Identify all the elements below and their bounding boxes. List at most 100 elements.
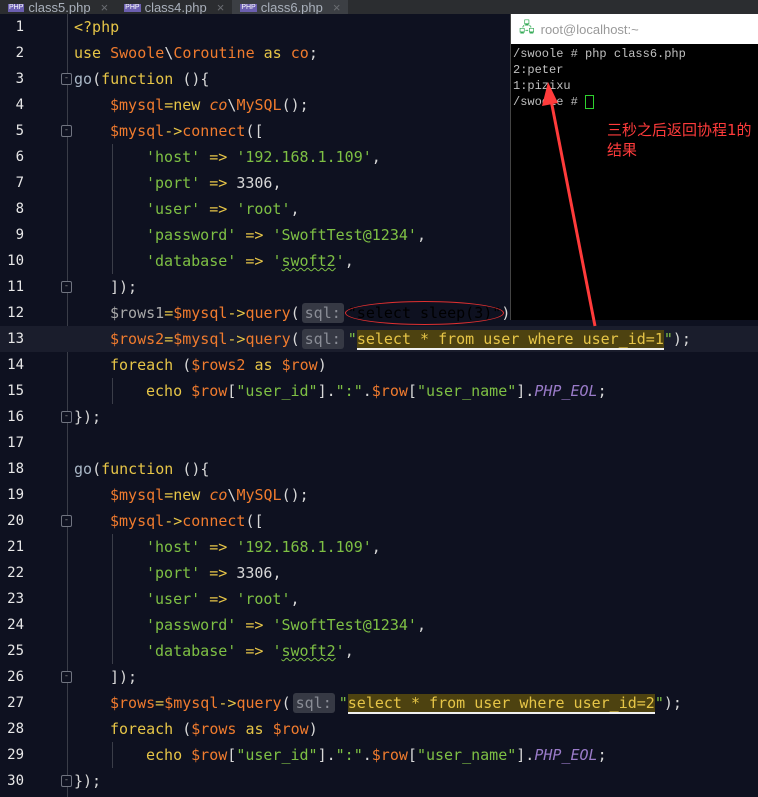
code-token: -> xyxy=(164,122,183,140)
code-line[interactable]: 17 xyxy=(0,430,758,456)
code-token: 'password' xyxy=(146,616,237,634)
code-token: , xyxy=(272,174,282,192)
code-line[interactable]: 28 foreach ($rows as $row) xyxy=(0,716,758,742)
php-file-icon: PHP xyxy=(8,4,25,12)
code-token: query xyxy=(245,330,291,348)
code-token: $row xyxy=(371,746,408,764)
code-line[interactable]: 13 $rows2=$mysql->query(sql: "select * fro… xyxy=(0,326,758,352)
code-token: => xyxy=(200,200,237,218)
code-token: '192.168.1.109' xyxy=(236,148,372,166)
close-icon[interactable]: × xyxy=(333,1,341,14)
code-token: Coroutine xyxy=(173,44,255,62)
line-number: 29 xyxy=(7,747,24,763)
code-line[interactable]: 15 echo $row["user_id"].":".$row["user_na… xyxy=(0,378,758,404)
code-token: "user_id" xyxy=(236,382,318,400)
code-token: ":" xyxy=(335,382,363,400)
code-token: ) xyxy=(308,720,318,738)
line-number: 5 xyxy=(15,123,24,139)
code-line[interactable]: 21 'host' => '192.168.1.109', xyxy=(0,534,758,560)
code-token: $mysql xyxy=(173,304,228,322)
code-token: (); xyxy=(281,96,309,114)
code-token: '192.168.1.109' xyxy=(236,538,372,556)
code-token: $mysql xyxy=(110,486,165,504)
code-line[interactable]: 30 -}); xyxy=(0,768,758,794)
code-token: ); xyxy=(672,330,691,348)
line-number: 18 xyxy=(7,461,24,477)
code-line[interactable]: 22 'port' => 3306, xyxy=(0,560,758,586)
code-token: => xyxy=(200,564,237,582)
code-token: $rows2 xyxy=(191,356,246,374)
code-token: [ xyxy=(407,382,417,400)
code-token: foreach xyxy=(110,720,183,738)
code-token: swoft2 xyxy=(281,252,336,270)
code-token: , xyxy=(344,252,354,270)
fold-icon[interactable]: - xyxy=(61,411,72,423)
code-line[interactable]: 19 $mysql=new co\MySQL(); xyxy=(0,482,758,508)
code-token: ([ xyxy=(245,512,264,530)
line-number: 16 xyxy=(7,409,24,425)
code-token: => xyxy=(236,642,273,660)
code-token: 'port' xyxy=(146,174,201,192)
code-token: 3306 xyxy=(236,174,273,192)
terminal-window[interactable]: 🖧 root@localhost:~ /swoole # php class6.… xyxy=(510,14,758,320)
code-token: new xyxy=(173,486,210,504)
tab-label: class4.php xyxy=(144,0,207,14)
fold-icon[interactable]: - xyxy=(61,671,72,683)
code-token: 'database' xyxy=(146,252,237,270)
terminal-line: 1:pizixu xyxy=(513,79,571,93)
code-line[interactable]: 25'database' => 'swoft2', xyxy=(0,638,758,664)
code-token: = xyxy=(164,96,174,114)
code-token: , xyxy=(272,564,282,582)
code-token: ]. xyxy=(516,382,535,400)
code-token: ; xyxy=(597,382,607,400)
code-token: $row xyxy=(272,720,309,738)
line-number: 20 xyxy=(7,513,24,529)
tab-class4-php[interactable]: PHP class4.php × xyxy=(116,0,232,14)
code-token: Swoole xyxy=(110,44,165,62)
fold-icon[interactable]: - xyxy=(61,775,72,787)
code-token: $rows xyxy=(110,694,156,712)
fold-icon[interactable]: - xyxy=(61,73,72,85)
tab-label: class6.php xyxy=(260,0,323,14)
code-line[interactable]: 29 echo $row["user_id"].":".$row["user_na… xyxy=(0,742,758,768)
code-token: -> xyxy=(218,694,237,712)
code-token: => xyxy=(236,252,273,270)
line-number: 11 xyxy=(7,279,24,295)
code-token: select * from user where user_id=1 xyxy=(356,330,664,350)
tab-class6-php[interactable]: PHP class6.php × xyxy=(232,0,349,14)
code-line[interactable]: 24 'password' => 'SwoftTest@1234', xyxy=(0,612,758,638)
code-token: => xyxy=(200,538,237,556)
code-token: -> xyxy=(227,304,246,322)
tab-class5-php[interactable]: PHP class5.php × xyxy=(0,0,116,14)
code-token: }); xyxy=(74,408,102,426)
fold-icon[interactable]: - xyxy=(61,281,72,293)
code-token: <?php xyxy=(74,18,120,36)
fold-icon[interactable]: - xyxy=(61,515,72,527)
fold-icon[interactable]: - xyxy=(61,125,72,137)
terminal-prompt: /swoole # xyxy=(513,94,756,110)
close-icon[interactable]: × xyxy=(217,1,225,14)
code-token: , xyxy=(371,148,381,166)
line-number: 8 xyxy=(15,201,24,217)
code-token: => xyxy=(200,148,237,166)
code-line[interactable]: 16 -}); xyxy=(0,404,758,430)
code-token: function xyxy=(101,70,183,88)
code-token: ( xyxy=(92,70,102,88)
code-line[interactable]: 14 foreach ($rows2 as $row) xyxy=(0,352,758,378)
php-file-icon: PHP xyxy=(124,4,141,12)
code-line[interactable]: 26 -]); xyxy=(0,664,758,690)
code-line[interactable]: 23 'user' => 'root', xyxy=(0,586,758,612)
code-token: " xyxy=(663,330,673,348)
line-number: 26 xyxy=(7,669,24,685)
line-number: 24 xyxy=(7,617,24,633)
close-icon[interactable]: × xyxy=(101,1,109,14)
code-line[interactable]: 20 - $mysql->connect([ xyxy=(0,508,758,534)
code-token: => xyxy=(200,174,237,192)
code-line[interactable]: 27 $rows=$mysql->query(sql: "select * from… xyxy=(0,690,758,716)
terminal-title: root@localhost:~ xyxy=(540,21,639,37)
code-token: 'user' xyxy=(146,590,201,608)
code-line[interactable]: 18 go(function (){ xyxy=(0,456,758,482)
code-token: }); xyxy=(74,772,102,790)
code-token: 'SwoftTest@1234' xyxy=(272,616,417,634)
code-token: 'port' xyxy=(146,564,201,582)
